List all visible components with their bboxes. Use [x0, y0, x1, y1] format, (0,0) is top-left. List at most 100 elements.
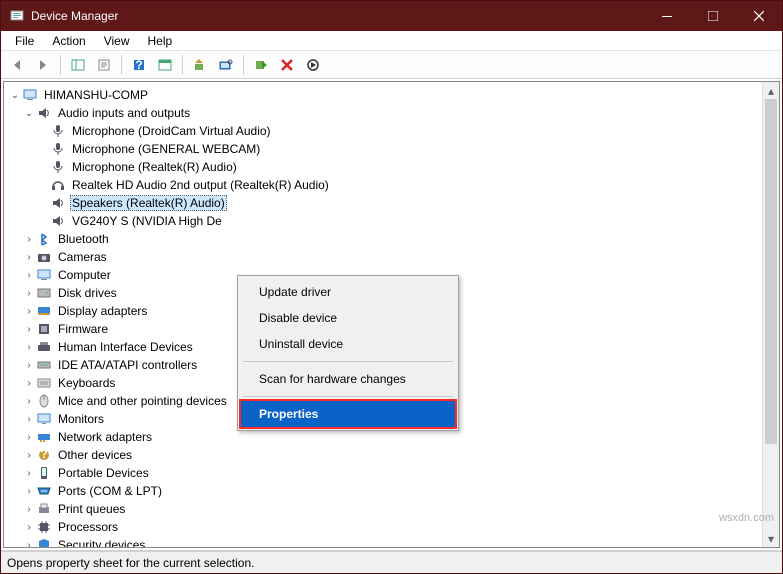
menu-help[interactable]: Help [140, 32, 181, 50]
menubar: File Action View Help [1, 31, 782, 51]
ctx-properties[interactable]: Properties [241, 401, 455, 427]
category-label: Keyboards [56, 376, 117, 390]
category-icon [36, 303, 52, 319]
expand-arrow-icon[interactable]: › [22, 486, 36, 497]
ctx-update-driver[interactable]: Update driver [241, 279, 455, 305]
uninstall-device-button[interactable] [275, 53, 299, 77]
expand-arrow-icon[interactable]: › [22, 432, 36, 443]
device-label: VG240Y S (NVIDIA High De [70, 214, 224, 228]
expand-arrow-icon[interactable]: › [22, 234, 36, 245]
expand-arrow-icon[interactable]: › [22, 252, 36, 263]
category-icon [36, 537, 52, 548]
expand-arrow-icon[interactable]: › [22, 450, 36, 461]
menu-action[interactable]: Action [44, 32, 93, 50]
expand-arrow-icon[interactable]: › [22, 288, 36, 299]
forward-button[interactable] [31, 53, 55, 77]
tree-category[interactable]: ›Bluetooth [8, 230, 779, 248]
expand-arrow-icon[interactable]: › [22, 342, 36, 353]
scroll-thumb[interactable] [765, 99, 777, 444]
scroll-up-button[interactable]: ▴ [763, 82, 779, 99]
tree-category[interactable]: ›Security devices [8, 536, 779, 548]
close-button[interactable] [736, 1, 782, 31]
tree-pane: ⌄ HIMANSHU-COMP ⌄ Audio inputs and outpu… [1, 79, 782, 551]
tree-category[interactable]: ›Ports (COM & LPT) [8, 482, 779, 500]
tree-category[interactable]: ›Processors [8, 518, 779, 536]
expand-arrow-icon[interactable]: › [22, 306, 36, 317]
minimize-button[interactable] [644, 1, 690, 31]
tree-category[interactable]: ›Print queues [8, 500, 779, 518]
expand-arrow-icon[interactable]: › [22, 522, 36, 533]
category-icon [36, 393, 52, 409]
toolbar-separator [243, 55, 244, 75]
tree-category[interactable]: ›Cameras [8, 248, 779, 266]
svg-text:?: ? [40, 448, 47, 461]
update-driver-button[interactable] [188, 53, 212, 77]
category-icon [36, 285, 52, 301]
properties-button[interactable] [92, 53, 116, 77]
expand-arrow-icon[interactable]: › [22, 540, 36, 549]
tree-device[interactable]: ›Microphone (Realtek(R) Audio) [8, 158, 779, 176]
scroll-down-button[interactable]: ▾ [763, 530, 779, 547]
tree-category-audio[interactable]: ⌄ Audio inputs and outputs [8, 104, 779, 122]
expand-arrow-icon[interactable]: › [22, 324, 36, 335]
microphone-icon [50, 159, 66, 175]
category-label: Audio inputs and outputs [56, 106, 192, 120]
collapse-arrow-icon[interactable]: ⌄ [8, 90, 22, 101]
category-label: Mice and other pointing devices [56, 394, 229, 408]
expand-arrow-icon[interactable]: › [22, 414, 36, 425]
help-button[interactable]: ? [127, 53, 151, 77]
expand-arrow-icon[interactable]: › [22, 396, 36, 407]
tree-device[interactable]: ›Microphone (DroidCam Virtual Audio) [8, 122, 779, 140]
window-title: Device Manager [31, 9, 118, 23]
category-label: Computer [56, 268, 113, 282]
category-label: Firmware [56, 322, 110, 336]
category-label: Other devices [56, 448, 134, 462]
tree-category[interactable]: › Portable Devices [8, 464, 779, 482]
category-label: Disk drives [56, 286, 119, 300]
tree-category[interactable]: ›? Other devices [8, 446, 779, 464]
tree-root[interactable]: ⌄ HIMANSHU-COMP [8, 86, 779, 104]
ctx-divider [243, 396, 453, 397]
device-label: Microphone (Realtek(R) Audio) [70, 160, 239, 174]
device-label: Microphone (DroidCam Virtual Audio) [70, 124, 273, 138]
context-menu: Update driver Disable device Uninstall d… [237, 275, 459, 431]
menu-view[interactable]: View [96, 32, 138, 50]
speaker-icon [50, 213, 66, 229]
toolbar-separator [60, 55, 61, 75]
tree-device[interactable]: ›VG240Y S (NVIDIA High De [8, 212, 779, 230]
tree-device[interactable]: ›Microphone (GENERAL WEBCAM) [8, 140, 779, 158]
show-hide-tree-button[interactable] [66, 53, 90, 77]
tree-device[interactable]: ›Realtek HD Audio 2nd output (Realtek(R)… [8, 176, 779, 194]
device-label: Realtek HD Audio 2nd output (Realtek(R) … [70, 178, 331, 192]
category-icon [36, 483, 52, 499]
category-label: Portable Devices [56, 466, 151, 480]
vertical-scrollbar[interactable]: ▴ ▾ [762, 82, 779, 547]
tree-device-selected[interactable]: ›Speakers (Realtek(R) Audio) [8, 194, 779, 212]
ctx-uninstall-device[interactable]: Uninstall device [241, 331, 455, 357]
ctx-scan-hardware[interactable]: Scan for hardware changes [241, 366, 455, 392]
category-label: Network adapters [56, 430, 154, 444]
ctx-disable-device[interactable]: Disable device [241, 305, 455, 331]
menu-file[interactable]: File [7, 32, 42, 50]
disable-device-button[interactable] [301, 53, 325, 77]
expand-arrow-icon[interactable]: › [22, 270, 36, 281]
microphone-icon [50, 123, 66, 139]
category-icon [36, 267, 52, 283]
headphones-icon [50, 177, 66, 193]
category-icon [36, 339, 52, 355]
toolbar: ? [1, 51, 782, 79]
expand-arrow-icon[interactable]: › [22, 378, 36, 389]
toolbar-separator [121, 55, 122, 75]
category-label: Display adapters [56, 304, 149, 318]
maximize-button[interactable] [690, 1, 736, 31]
category-label: Human Interface Devices [56, 340, 195, 354]
scan-hardware-button[interactable] [214, 53, 238, 77]
back-button[interactable] [5, 53, 29, 77]
expand-arrow-icon[interactable]: › [22, 468, 36, 479]
toolbar-pane-button[interactable] [153, 53, 177, 77]
enable-device-button[interactable] [249, 53, 273, 77]
collapse-arrow-icon[interactable]: ⌄ [22, 108, 36, 119]
category-label: IDE ATA/ATAPI controllers [56, 358, 199, 372]
expand-arrow-icon[interactable]: › [22, 504, 36, 515]
expand-arrow-icon[interactable]: › [22, 360, 36, 371]
